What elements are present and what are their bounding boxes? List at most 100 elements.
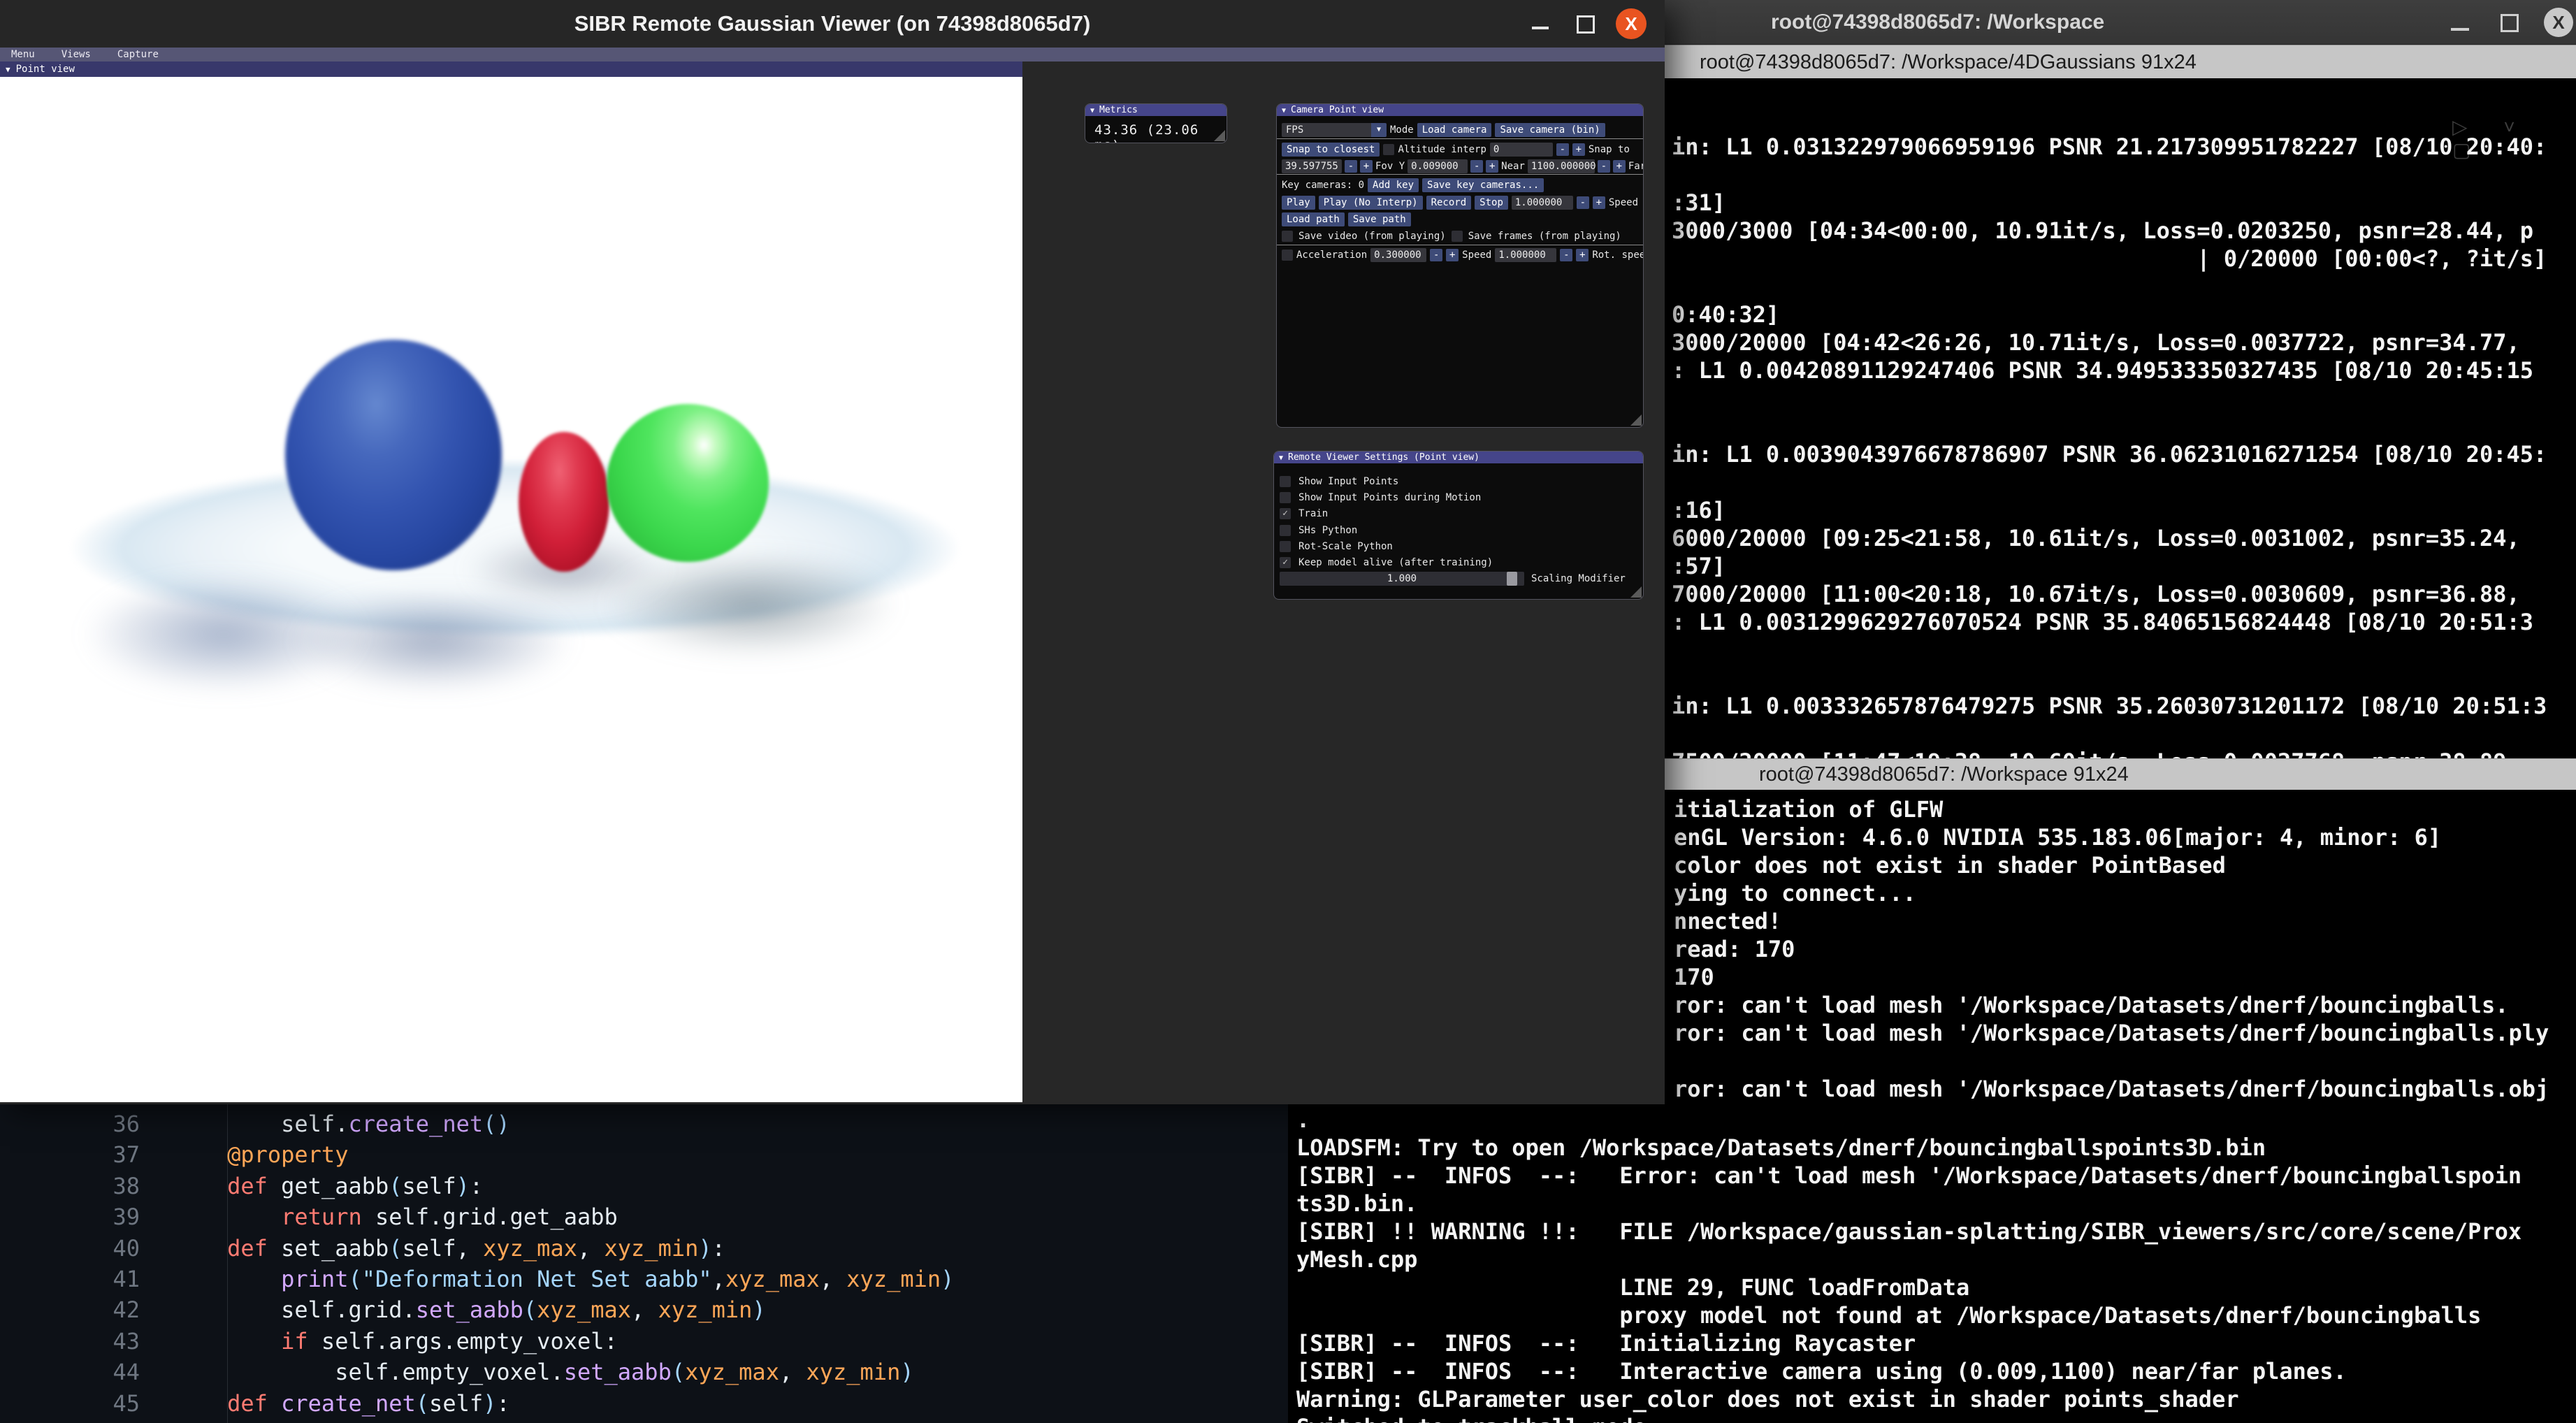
altitude-interp-checkbox[interactable]	[1383, 144, 1394, 155]
maximize-icon[interactable]	[1577, 15, 1595, 34]
settings-checkbox-row[interactable]: Show Input Points during Motion	[1280, 491, 1481, 505]
menu-item-menu[interactable]: Menu	[11, 48, 35, 62]
play-button[interactable]: Play	[1282, 196, 1315, 210]
save-video-checkbox[interactable]	[1282, 231, 1293, 242]
minus-button[interactable]: -	[1560, 249, 1572, 261]
checkbox-label: Keep model alive (after training)	[1298, 557, 1493, 568]
play-no-interp-button[interactable]: Play (No Interp)	[1319, 196, 1423, 210]
close-icon[interactable]: X	[1616, 8, 1647, 39]
checkbox-icon[interactable]	[1280, 492, 1291, 503]
render-viewport[interactable]	[0, 77, 1022, 1102]
minimize-icon[interactable]	[1532, 27, 1549, 29]
save-frames-checkbox[interactable]	[1452, 231, 1463, 242]
resize-grip-icon[interactable]	[1214, 130, 1225, 141]
settings-checkbox-row[interactable]: ✓ Keep model alive (after training)	[1280, 556, 1493, 570]
minus-button[interactable]: -	[1470, 160, 1483, 173]
plus-button[interactable]: +	[1446, 249, 1459, 261]
settings-panel-header[interactable]: ▼Remote Viewer Settings (Point view)	[1274, 452, 1643, 463]
remote-viewer-settings-panel: ▼Remote Viewer Settings (Point view) Sho…	[1273, 451, 1644, 600]
green-sphere	[607, 404, 769, 562]
checkbox-icon[interactable]	[1280, 525, 1291, 536]
line-number: 41	[59, 1264, 150, 1294]
close-icon[interactable]: X	[2544, 8, 2573, 37]
terminal-line: ying to connect...	[1674, 879, 2549, 907]
minus-button[interactable]: -	[1556, 143, 1569, 156]
save-video-label: Save video (from playing)	[1298, 231, 1446, 242]
settings-checkbox-row[interactable]: Show Input Points	[1280, 475, 1398, 489]
checkbox-icon[interactable]: ✓	[1280, 557, 1291, 568]
stop-button[interactable]: Stop	[1475, 196, 1508, 210]
plus-button[interactable]: +	[1572, 143, 1585, 156]
plus-button[interactable]: +	[1360, 160, 1373, 173]
terminal-top-output[interactable]: in: L1 0.031322979066959196 PSNR 21.2173…	[1672, 133, 2547, 776]
minus-button[interactable]: -	[1598, 160, 1610, 173]
minus-button[interactable]: -	[1577, 196, 1589, 209]
snap-to-closest-button[interactable]: Snap to closest	[1282, 143, 1380, 157]
plus-button[interactable]: +	[1576, 249, 1589, 261]
speed-label: Speed	[1609, 197, 1638, 208]
point-view-header[interactable]: ▼Point view	[0, 62, 1022, 77]
metrics-panel-header[interactable]: ▼Metrics	[1085, 104, 1227, 116]
terminal-line: [SIBR] -- INFOS --: Error: can't load me…	[1296, 1162, 2521, 1190]
settings-checkbox-row[interactable]: Rot-Scale Python	[1280, 540, 1393, 554]
settings-checkbox-row[interactable]: ✓Train	[1280, 507, 1328, 521]
snap-to-input[interactable]: 0	[1490, 143, 1553, 157]
maximize-icon[interactable]	[2501, 14, 2519, 32]
checkbox-icon[interactable]: ✓	[1280, 508, 1291, 519]
code-editor[interactable]: 36 self.create_net()37 @property38 def g…	[59, 1104, 1288, 1423]
terminal-line: nnected!	[1674, 907, 2549, 935]
terminal-line: yMesh.cpp	[1296, 1245, 2521, 1273]
load-camera-button[interactable]: Load camera	[1417, 123, 1492, 137]
load-path-button[interactable]: Load path	[1282, 212, 1345, 226]
terminal-line: [SIBR] !! WARNING !!: FILE /Workspace/ga…	[1296, 1218, 2521, 1245]
terminal-bottom-output-lower[interactable]: .LOADSFM: Try to open /Workspace/Dataset…	[1296, 1106, 2521, 1423]
add-key-button[interactable]: Add key	[1368, 178, 1419, 192]
checkbox-icon[interactable]	[1280, 476, 1291, 487]
settings-panel-title: Remote Viewer Settings (Point view)	[1288, 452, 1479, 463]
slider-handle[interactable]	[1507, 572, 1517, 586]
mode-label: Mode	[1390, 124, 1414, 136]
scaling-modifier-slider[interactable]: 1.000	[1280, 572, 1524, 586]
menu-item-capture[interactable]: Capture	[117, 48, 159, 62]
near-input[interactable]: 0.009000	[1408, 159, 1468, 173]
terminal-line: proxy model not found at /Workspace/Data…	[1296, 1301, 2521, 1329]
minimize-icon[interactable]	[2451, 28, 2469, 31]
terminal-top-tab[interactable]: root@74398d8065d7: /Workspace/4DGaussian…	[1665, 45, 2576, 78]
terminal-line: .	[1296, 1106, 2521, 1134]
resize-grip-icon[interactable]	[1630, 414, 1642, 426]
terminal-line: :31]	[1672, 189, 2547, 217]
mode-dropdown[interactable]: FPS ▼	[1282, 123, 1387, 137]
sibr-menubar: Menu Views Capture	[0, 48, 1665, 62]
fovy-input[interactable]: 39.597755	[1282, 159, 1342, 173]
terminal-line	[1672, 161, 2547, 189]
terminal-line	[1672, 384, 2547, 412]
minus-button[interactable]: -	[1345, 160, 1357, 173]
terminal-top-titlebar[interactable]: root@74398d8065d7: /Workspace X	[1665, 0, 2576, 45]
record-button[interactable]: Record	[1426, 196, 1472, 210]
checkbox-icon[interactable]	[1280, 541, 1291, 552]
acceleration-checkbox[interactable]	[1282, 250, 1293, 261]
far-label: Far	[1628, 161, 1644, 172]
save-key-cameras-button[interactable]: Save key cameras...	[1422, 178, 1544, 192]
acceleration-input[interactable]: 0.300000	[1370, 248, 1426, 262]
fovy-label: Fov Y	[1375, 161, 1405, 172]
terminal-top-title: root@74398d8065d7: /Workspace	[1771, 0, 2104, 45]
terminal-line	[1672, 468, 2547, 496]
resize-grip-icon[interactable]	[1630, 586, 1642, 598]
save-camera-button[interactable]: Save camera (bin)	[1495, 123, 1605, 137]
plus-button[interactable]: +	[1593, 196, 1605, 209]
rot-speed-input[interactable]: 1.000000	[1495, 248, 1556, 262]
save-path-button[interactable]: Save path	[1348, 212, 1411, 226]
minus-button[interactable]: -	[1430, 249, 1442, 261]
plus-button[interactable]: +	[1613, 160, 1626, 173]
sibr-titlebar[interactable]: SIBR Remote Gaussian Viewer (on 74398d80…	[0, 0, 1665, 48]
settings-checkbox-row[interactable]: SHs Python	[1280, 523, 1357, 537]
speed-input[interactable]: 1.000000	[1512, 196, 1573, 210]
terminal-line: 3000/20000 [04:42<26:26, 10.71it/s, Loss…	[1672, 328, 2547, 356]
plus-button[interactable]: +	[1486, 160, 1498, 173]
camera-panel-header[interactable]: ▼Camera Point view	[1277, 104, 1643, 116]
terminal-line: ror: can't load mesh '/Workspace/Dataset…	[1674, 1075, 2549, 1103]
menu-item-views[interactable]: Views	[61, 48, 91, 62]
far-input[interactable]: 1100.000000	[1528, 159, 1595, 173]
terminal-bottom-output-upper[interactable]: itialization of GLFWenGL Version: 4.6.0 …	[1674, 795, 2549, 1103]
